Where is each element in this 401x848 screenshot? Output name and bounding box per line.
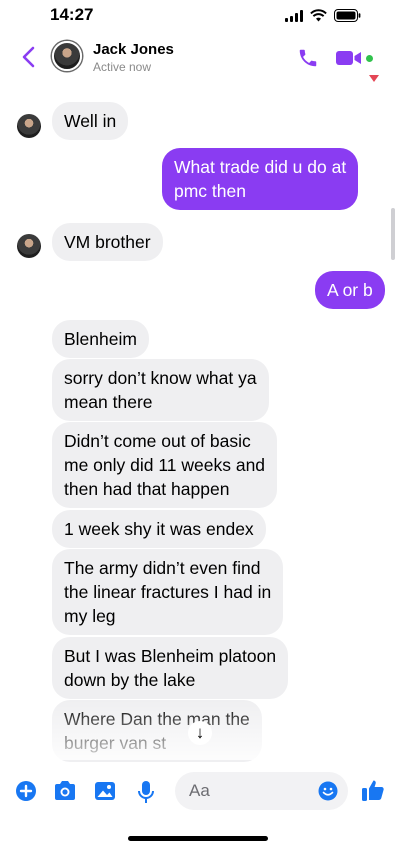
- phone-icon[interactable]: [297, 47, 319, 69]
- message-composer: Aa: [0, 770, 401, 814]
- chevron-down-icon: [369, 75, 379, 82]
- message-bubble-incoming[interactable]: 1 week shy it was endex: [52, 510, 266, 548]
- scroll-down-button[interactable]: ↓: [188, 721, 212, 745]
- message-bubble-incoming[interactable]: Well in: [52, 102, 129, 140]
- plus-icon[interactable]: [15, 780, 37, 802]
- message-bubble-outgoing[interactable]: A or b: [315, 271, 385, 309]
- message-bubble-outgoing[interactable]: What trade did u do at pmc then: [162, 148, 359, 210]
- message-bubble-incoming[interactable]: Blenheim: [52, 320, 149, 358]
- message-bubble-incoming[interactable]: Didn’t come out of basic me only did 11 …: [52, 422, 278, 508]
- contact-avatar[interactable]: [52, 41, 82, 71]
- status-icons: [285, 9, 361, 22]
- message-bubble-incoming[interactable]: Where Dan the man the burger van st: [52, 700, 262, 762]
- conversation-header: Jack Jones Active now: [0, 30, 401, 90]
- message-bubble-incoming[interactable]: The army didn’t even find the linear fra…: [52, 549, 284, 635]
- contact-status: Active now: [93, 60, 152, 74]
- camera-icon[interactable]: [53, 780, 77, 802]
- wifi-icon: [310, 9, 327, 22]
- contact-name[interactable]: Jack Jones: [93, 41, 174, 58]
- status-bar: 14:27: [0, 0, 401, 30]
- microphone-icon[interactable]: [136, 780, 156, 804]
- thumbs-up-icon[interactable]: [361, 778, 385, 802]
- home-indicator: [128, 836, 268, 841]
- signal-icon: [285, 9, 303, 22]
- message-bubble-incoming[interactable]: VM brother: [52, 223, 163, 261]
- message-input-placeholder: Aa: [189, 781, 210, 800]
- battery-icon: [334, 9, 361, 22]
- sender-avatar: [17, 114, 41, 138]
- message-bubble-incoming[interactable]: But I was Blenheim platoon down by the l…: [52, 637, 289, 699]
- status-time: 14:27: [50, 5, 94, 24]
- photo-icon[interactable]: [94, 780, 116, 802]
- message-bubble-incoming[interactable]: sorry don’t know what ya mean there: [52, 359, 269, 421]
- messenger-screen: 14:27 Jack Jones Active now Well in What…: [0, 0, 401, 848]
- back-chevron-icon[interactable]: [18, 44, 40, 70]
- scrollbar[interactable]: [391, 208, 395, 260]
- arrow-down-icon: ↓: [195, 723, 205, 742]
- sender-avatar: [17, 234, 41, 258]
- emoji-icon[interactable]: [318, 781, 338, 801]
- active-status-dot: [366, 55, 373, 62]
- video-camera-icon[interactable]: [336, 50, 362, 66]
